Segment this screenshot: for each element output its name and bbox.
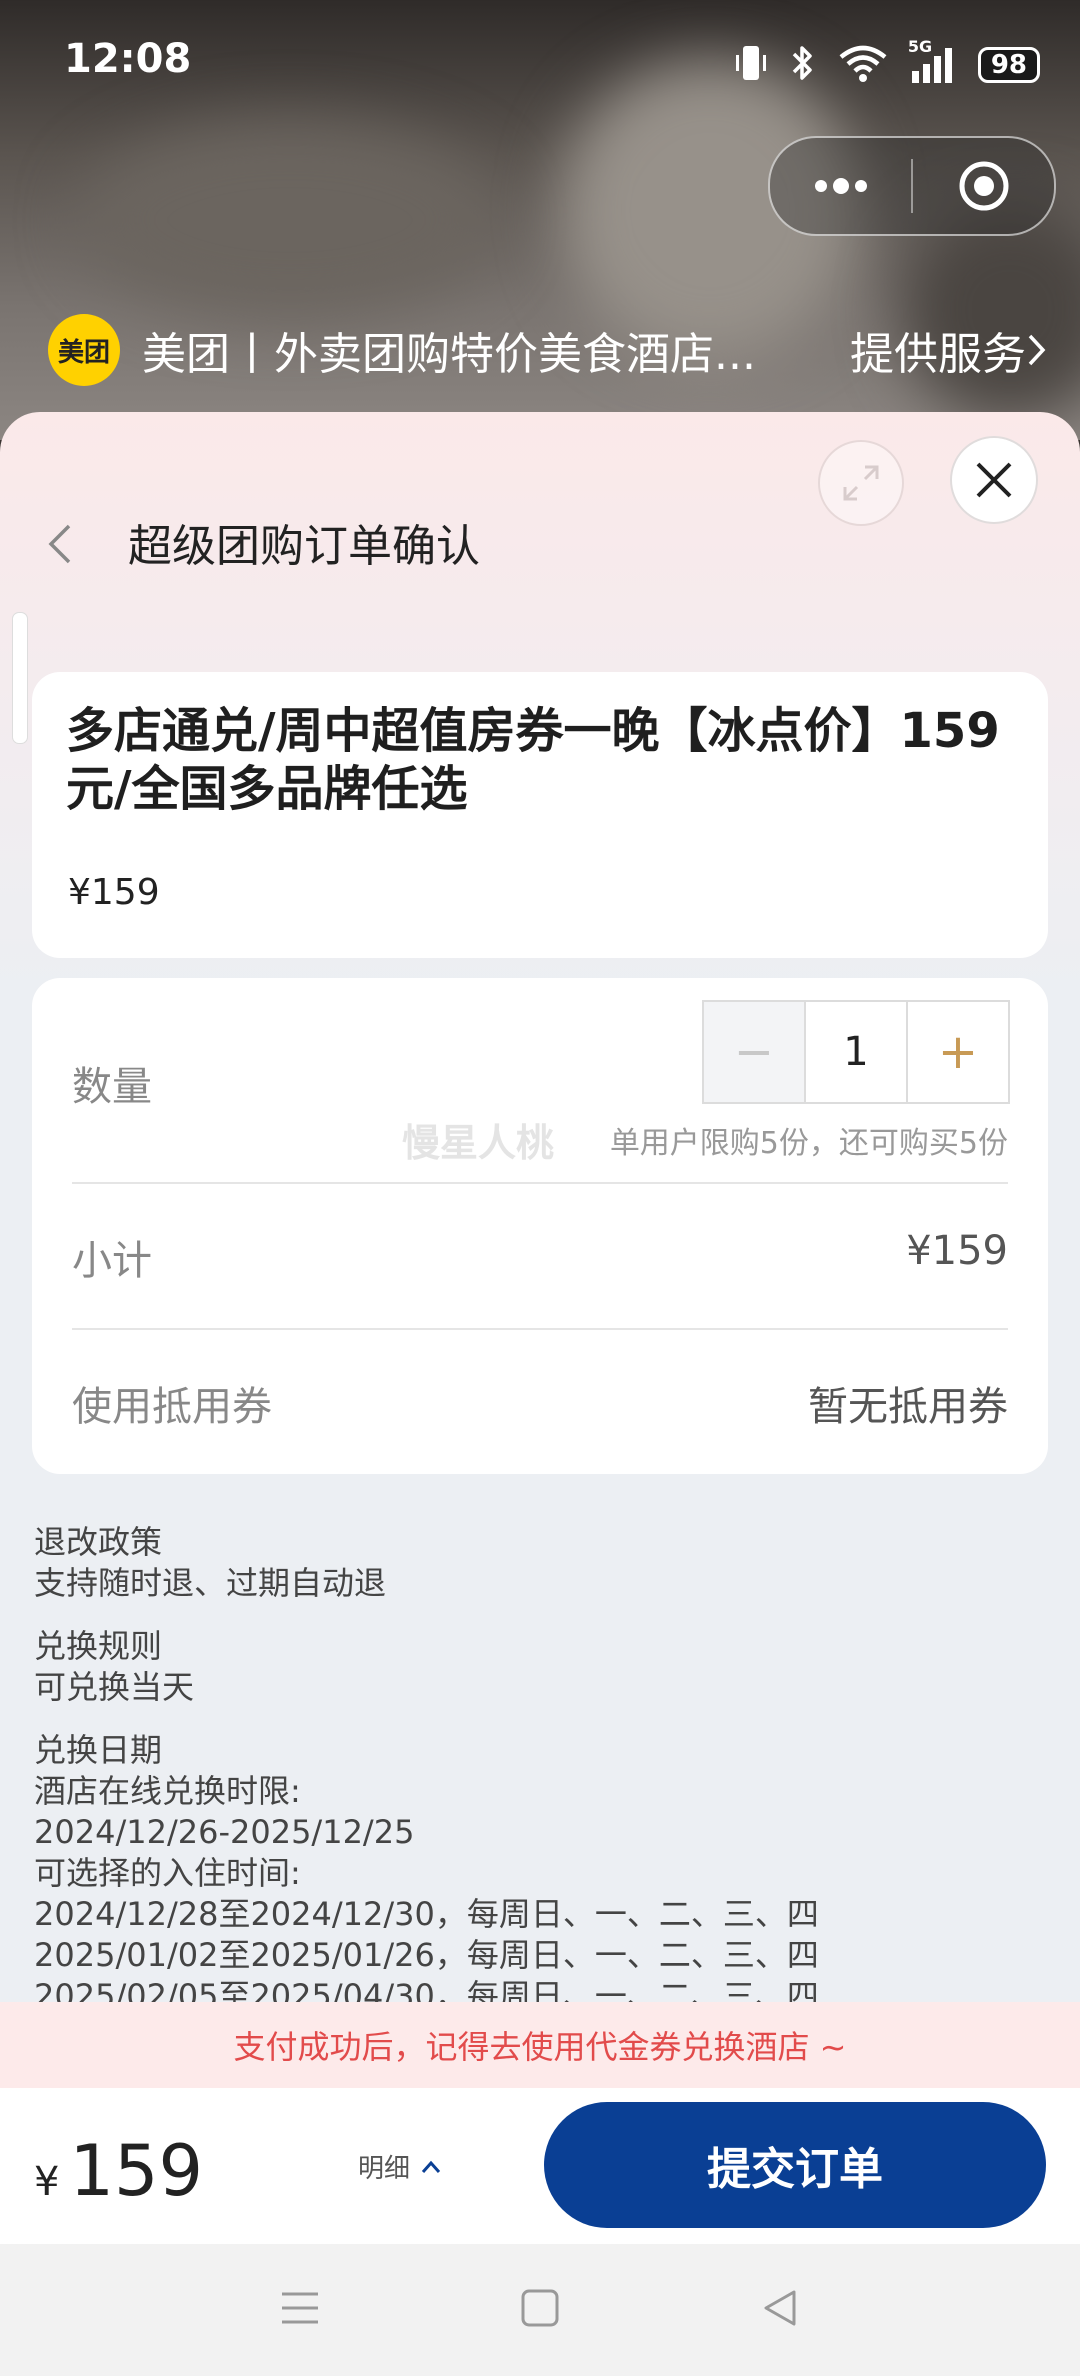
bluetooth-icon	[790, 43, 816, 87]
expand-icon	[843, 465, 879, 501]
chevron-up-icon	[421, 2160, 441, 2173]
checkout-bar: ¥ 159 明细 提交订单	[0, 2088, 1080, 2244]
currency-symbol: ¥	[34, 2159, 60, 2205]
battery-indicator: 98	[977, 47, 1040, 83]
home-icon	[521, 2289, 559, 2327]
divider	[72, 1182, 1008, 1184]
total-price: ¥ 159	[34, 2130, 203, 2212]
close-icon	[976, 462, 1012, 498]
more-button[interactable]	[770, 176, 911, 196]
exchange-dates: 兑换日期 酒店在线兑换时限: 2024/12/26-2025/12/25 可选择…	[34, 1730, 1034, 2017]
more-icon	[814, 178, 867, 194]
back-triangle-icon	[764, 2290, 796, 2326]
product-card: 多店通兑/周中超值房券一晚【冰点价】159元/全国多品牌任选 ¥159	[32, 672, 1048, 958]
chevron-left-icon	[48, 524, 71, 564]
policy-line: 支持随时退、过期自动退	[34, 1564, 387, 1602]
quantity-label: 数量	[72, 1064, 152, 1110]
status-icons: 5G 98	[734, 37, 1040, 90]
vibrate-icon	[734, 43, 768, 87]
back-nav-button[interactable]	[760, 2288, 800, 2332]
back-button[interactable]	[30, 508, 90, 580]
quantity-stepper: − 1 +	[702, 1000, 1010, 1104]
menu-nav-button[interactable]	[280, 2290, 320, 2330]
product-price: ¥159	[68, 872, 160, 913]
subtotal-label: 小计	[72, 1238, 152, 1284]
order-details-card: 数量 − 1 + 慢星人桃 单用户限购5份，还可购买5份 小计 ¥159 使用抵…	[32, 978, 1048, 1474]
product-title: 多店通兑/周中超值房券一晚【冰点价】159元/全国多品牌任选	[66, 703, 1000, 817]
mini-program-capsule	[768, 136, 1056, 236]
policy-title: 兑换规则	[34, 1627, 163, 1665]
submit-order-button[interactable]: 提交订单	[544, 2102, 1046, 2228]
total-amount: 159	[69, 2130, 204, 2212]
exchange-rules: 兑换规则 可兑换当天	[34, 1626, 1034, 1708]
watermark: 慢星人桃	[402, 1121, 555, 1165]
divider	[72, 1328, 1008, 1330]
payment-notice: 支付成功后，记得去使用代金券兑换酒店 ~	[0, 2002, 1080, 2088]
network-label: 5G	[907, 37, 933, 56]
policy-line: 2025/01/02至2025/01/26，每周日、一、二、三、四	[34, 1936, 819, 1974]
wifi-icon	[838, 43, 888, 87]
home-nav-button[interactable]	[520, 2288, 560, 2332]
target-icon	[959, 161, 1008, 211]
page-title: 超级团购订单确认	[128, 521, 480, 572]
policy-line: 2024/12/28至2024/12/30，每周日、一、二、三、四	[34, 1895, 819, 1933]
provider-label: 提供服务	[850, 329, 1026, 380]
mini-program-header[interactable]: 美团 美团丨外卖团购特价美食酒店... 提供服务	[48, 310, 1048, 390]
policy-line: 可选择的入住时间:	[34, 1854, 301, 1892]
meituan-logo: 美团	[48, 314, 120, 386]
increase-button[interactable]: +	[908, 1002, 1008, 1102]
expand-button[interactable]	[818, 440, 904, 526]
subtotal-value: ¥159	[906, 1228, 1008, 1274]
detail-label: 明细	[358, 2154, 411, 2184]
provider-link[interactable]: 提供服务	[850, 318, 1048, 382]
policy-title: 退改政策	[34, 1523, 163, 1561]
close-button[interactable]	[950, 436, 1038, 524]
mini-program-title: 美团丨外卖团购特价美食酒店...	[142, 329, 756, 380]
price-detail-toggle[interactable]: 明细	[358, 2148, 442, 2185]
policy-line: 2024/12/26-2025/12/25	[34, 1813, 415, 1851]
policy-line: 酒店在线兑换时限:	[34, 1772, 301, 1810]
system-navigation-bar	[0, 2244, 1080, 2376]
bg-blob	[80, 120, 500, 320]
decrease-button[interactable]: −	[704, 1002, 806, 1102]
scroll-indicator[interactable]	[12, 612, 28, 744]
quantity-value[interactable]: 1	[806, 1002, 908, 1102]
policy-section: 退改政策 支持随时退、过期自动退 兑换规则 可兑换当天 兑换日期 酒店在线兑换时…	[34, 1522, 1034, 2039]
order-sheet: 超级团购订单确认 多店通兑/周中超值房券一晚【冰点价】159元/全国多品牌任选 …	[0, 412, 1080, 2088]
policy-line: 可兑换当天	[34, 1668, 195, 1706]
close-mini-program-button[interactable]	[913, 159, 1054, 213]
status-bar: 12:08 5G 98	[0, 0, 1080, 130]
policy-title: 兑换日期	[34, 1731, 163, 1769]
signal-icon: 5G	[908, 37, 956, 85]
chevron-right-icon	[1028, 334, 1046, 366]
coupon-label[interactable]: 使用抵用券	[72, 1374, 272, 1432]
refund-policy: 退改政策 支持随时退、过期自动退	[34, 1522, 1034, 1604]
menu-icon	[282, 2292, 318, 2324]
purchase-limit-text: 单用户限购5份，还可购买5份	[609, 1126, 1008, 1161]
coupon-value[interactable]: 暂无抵用券	[808, 1374, 1008, 1432]
status-time: 12:08	[64, 36, 192, 82]
